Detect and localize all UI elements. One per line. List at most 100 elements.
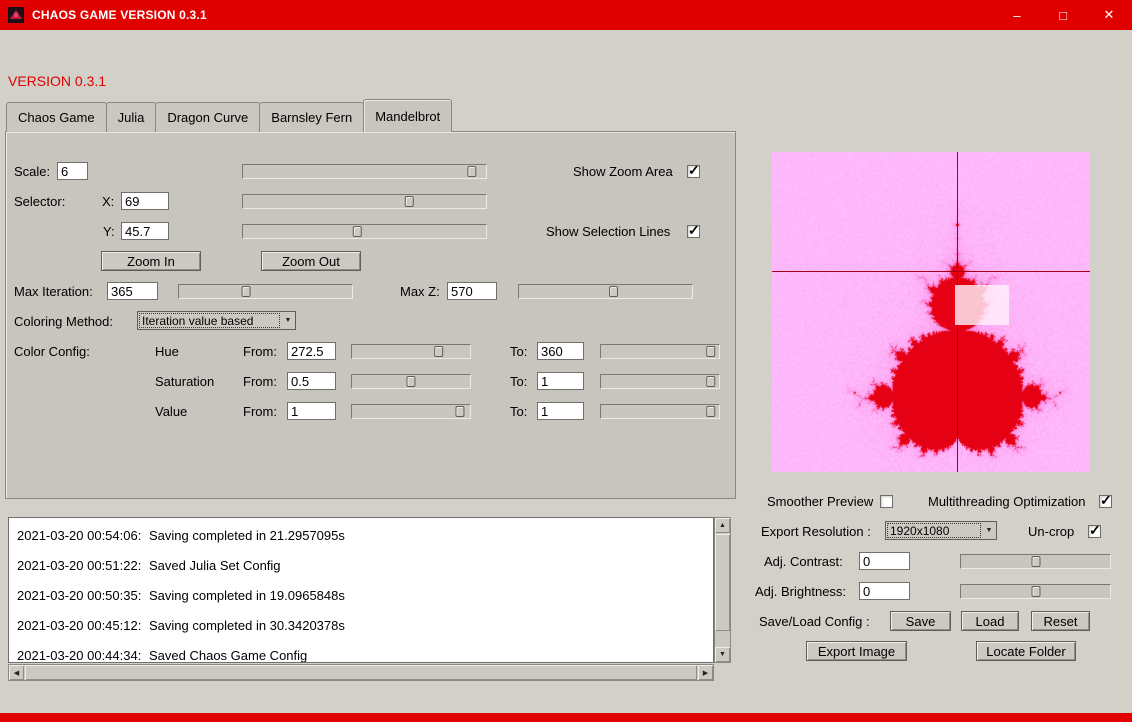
multithreading-label: Multithreading Optimization — [928, 494, 1086, 509]
log-message: Saving completed in 21.2957095s — [149, 528, 345, 543]
fractal-preview[interactable] — [772, 152, 1090, 472]
value-from-input[interactable] — [287, 402, 336, 420]
value-from-slider-thumb[interactable] — [456, 406, 465, 417]
saturation-from-input[interactable] — [287, 372, 336, 390]
hue-from-slider[interactable] — [351, 344, 471, 359]
adj-brightness-input[interactable] — [859, 582, 910, 600]
hue-from-slider-thumb[interactable] — [434, 346, 443, 357]
log-entry: 2021-03-20 00:54:06:Saving completed in … — [9, 521, 713, 551]
selector-y-slider[interactable] — [242, 224, 487, 239]
zoom-in-button[interactable]: Zoom In — [101, 251, 201, 271]
scroll-down-icon[interactable]: ▼ — [715, 647, 730, 662]
max-z-label: Max Z: — [400, 284, 440, 299]
max-iteration-input[interactable] — [107, 282, 158, 300]
saturation-from-label: From: — [243, 374, 277, 389]
tab-barnsley-fern[interactable]: Barnsley Fern — [259, 102, 364, 132]
max-z-slider[interactable] — [518, 284, 693, 299]
value-to-slider-thumb[interactable] — [707, 406, 716, 417]
export-resolution-select[interactable]: 1920x1080 ▼ — [885, 521, 997, 540]
log-timestamp: 2021-03-20 00:45:12: — [17, 611, 149, 641]
hue-from-label: From: — [243, 344, 277, 359]
log-entry: 2021-03-20 00:51:22:Saved Julia Set Conf… — [9, 551, 713, 581]
adj-brightness-label: Adj. Brightness: — [755, 584, 846, 599]
max-iteration-slider[interactable] — [178, 284, 353, 299]
selection-line-horizontal — [772, 271, 1090, 272]
scroll-left-icon[interactable]: ◀ — [9, 665, 24, 680]
max-iteration-label: Max Iteration: — [14, 284, 93, 299]
max-z-slider-thumb[interactable] — [609, 286, 618, 297]
tab-julia[interactable]: Julia — [106, 102, 157, 132]
selector-x-slider-thumb[interactable] — [404, 196, 413, 207]
selector-y-input[interactable] — [121, 222, 169, 240]
saturation-from-slider-thumb[interactable] — [407, 376, 416, 387]
mandelbrot-panel — [5, 131, 736, 499]
close-icon[interactable]: ✕ — [1086, 0, 1132, 30]
adj-contrast-slider[interactable] — [960, 554, 1111, 569]
show-zoom-area-checkbox[interactable] — [687, 165, 700, 178]
hue-from-input[interactable] — [287, 342, 336, 360]
log-message: Saved Julia Set Config — [149, 558, 281, 573]
adj-contrast-slider-thumb[interactable] — [1031, 556, 1040, 567]
log-horizontal-scrollbar[interactable]: ◀ ▶ — [8, 664, 714, 681]
coloring-method-select[interactable]: Iteration value based ▼ — [137, 311, 296, 330]
selector-x-slider[interactable] — [242, 194, 487, 209]
uncrop-checkbox[interactable] — [1088, 525, 1101, 538]
scale-input[interactable] — [57, 162, 88, 180]
app-window: CHAOS GAME VERSION 0.3.1 – □ ✕ VERSION 0… — [0, 0, 1132, 722]
adj-brightness-slider-thumb[interactable] — [1031, 586, 1040, 597]
tab-mandelbrot[interactable]: Mandelbrot — [363, 99, 452, 132]
color-config-label: Color Config: — [14, 344, 90, 359]
export-image-button[interactable]: Export Image — [806, 641, 907, 661]
minimize-icon[interactable]: – — [994, 0, 1040, 30]
scale-slider[interactable] — [242, 164, 487, 179]
saturation-label: Saturation — [155, 374, 214, 389]
hue-to-slider-thumb[interactable] — [707, 346, 716, 357]
value-to-slider[interactable] — [600, 404, 720, 419]
saturation-to-slider[interactable] — [600, 374, 720, 389]
saturation-to-slider-thumb[interactable] — [707, 376, 716, 387]
log-timestamp: 2021-03-20 00:44:34: — [17, 641, 149, 663]
value-from-label: From: — [243, 404, 277, 419]
scroll-right-icon[interactable]: ▶ — [698, 665, 713, 680]
show-selection-lines-checkbox[interactable] — [687, 225, 700, 238]
chevron-down-icon: ▼ — [281, 312, 295, 329]
chevron-down-icon: ▼ — [982, 522, 996, 539]
max-z-input[interactable] — [447, 282, 497, 300]
fractal-canvas[interactable] — [772, 152, 1090, 472]
saturation-from-slider[interactable] — [351, 374, 471, 389]
selector-x-input[interactable] — [121, 192, 169, 210]
coloring-method-value: Iteration value based — [139, 313, 280, 328]
log-timestamp: 2021-03-20 00:51:22: — [17, 551, 149, 581]
value-from-slider[interactable] — [351, 404, 471, 419]
log-timestamp: 2021-03-20 00:54:06: — [17, 521, 149, 551]
log-message: Saving completed in 30.3420378s — [149, 618, 345, 633]
tab-chaos-game[interactable]: Chaos Game — [6, 102, 107, 132]
window-bottom-border — [0, 713, 1132, 722]
selector-y-slider-thumb[interactable] — [353, 226, 362, 237]
hue-to-slider[interactable] — [600, 344, 720, 359]
save-button[interactable]: Save — [890, 611, 951, 631]
window-controls: – □ ✕ — [994, 0, 1132, 30]
zoom-out-button[interactable]: Zoom Out — [261, 251, 361, 271]
max-iteration-slider-thumb[interactable] — [241, 286, 250, 297]
selector-x-label: X: — [102, 194, 114, 209]
value-to-input[interactable] — [537, 402, 584, 420]
locate-folder-button[interactable]: Locate Folder — [976, 641, 1076, 661]
load-button[interactable]: Load — [961, 611, 1019, 631]
saturation-to-input[interactable] — [537, 372, 584, 390]
tab-dragon-curve[interactable]: Dragon Curve — [155, 102, 260, 132]
reset-button[interactable]: Reset — [1031, 611, 1090, 631]
scroll-up-icon[interactable]: ▲ — [715, 518, 730, 533]
log-vertical-scrollbar[interactable]: ▲ ▼ — [714, 517, 731, 663]
scale-slider-thumb[interactable] — [468, 166, 477, 177]
multithreading-checkbox[interactable] — [1099, 495, 1112, 508]
adj-brightness-slider[interactable] — [960, 584, 1111, 599]
log-area[interactable]: 2021-03-20 00:54:06:Saving completed in … — [8, 517, 714, 663]
maximize-icon[interactable]: □ — [1040, 0, 1086, 30]
hue-to-input[interactable] — [537, 342, 584, 360]
vertical-scrollbar-thumb[interactable] — [715, 534, 730, 631]
hue-to-label: To: — [510, 344, 527, 359]
smoother-preview-checkbox[interactable] — [880, 495, 893, 508]
adj-contrast-input[interactable] — [859, 552, 910, 570]
horizontal-scrollbar-thumb[interactable] — [25, 665, 697, 680]
